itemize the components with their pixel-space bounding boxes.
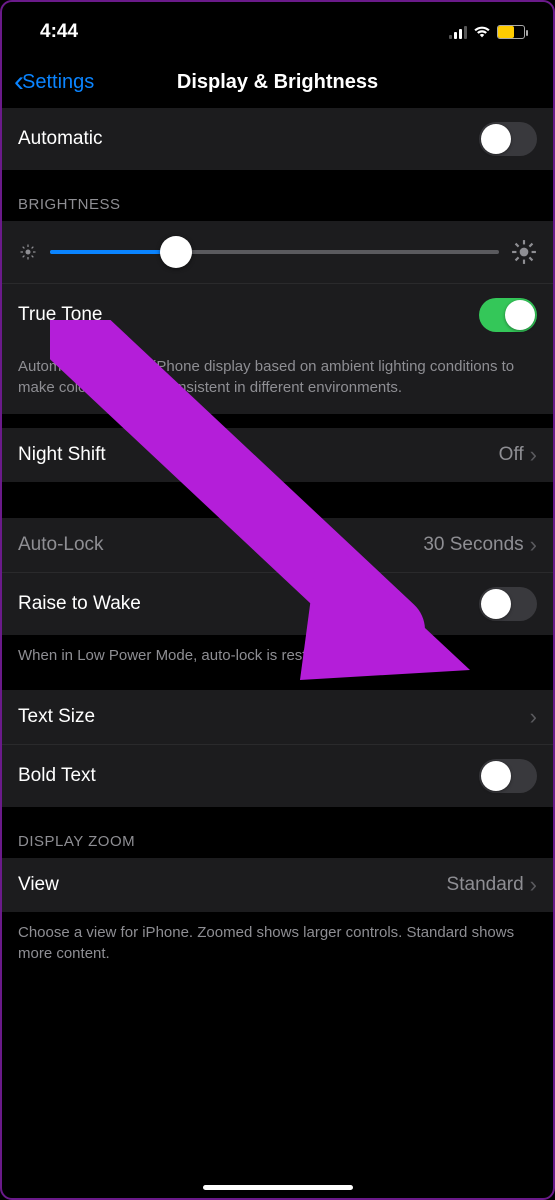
night-shift-row[interactable]: Night Shift Off › bbox=[0, 428, 555, 482]
bold-text-toggle[interactable] bbox=[479, 759, 537, 793]
bold-text-row: Bold Text bbox=[0, 744, 555, 807]
raise-to-wake-row: Raise to Wake bbox=[0, 572, 555, 635]
bold-text-label: Bold Text bbox=[18, 765, 96, 787]
brightness-slider-row bbox=[0, 221, 555, 283]
automatic-label: Automatic bbox=[18, 128, 102, 150]
raise-to-wake-toggle[interactable] bbox=[479, 587, 537, 621]
back-label: Settings bbox=[22, 71, 94, 94]
brightness-slider[interactable] bbox=[50, 250, 499, 254]
display-zoom-header: DISPLAY ZOOM bbox=[0, 807, 555, 858]
night-shift-label: Night Shift bbox=[18, 444, 106, 466]
automatic-toggle[interactable] bbox=[479, 122, 537, 156]
brightness-header: BRIGHTNESS bbox=[0, 170, 555, 221]
back-button[interactable]: ‹ Settings bbox=[14, 67, 94, 97]
chevron-right-icon: › bbox=[530, 704, 537, 730]
low-power-note: When in Low Power Mode, auto-lock is res… bbox=[0, 635, 555, 682]
text-size-label: Text Size bbox=[18, 706, 95, 728]
auto-lock-label: Auto-Lock bbox=[18, 534, 104, 556]
battery-icon bbox=[497, 25, 525, 39]
status-bar: 4:44 bbox=[0, 0, 555, 56]
nav-bar: ‹ Settings Display & Brightness bbox=[0, 56, 555, 108]
signal-icon bbox=[449, 25, 467, 39]
chevron-right-icon: › bbox=[530, 442, 537, 468]
view-label: View bbox=[18, 874, 59, 896]
auto-lock-value: 30 Seconds bbox=[423, 534, 523, 556]
home-indicator[interactable] bbox=[203, 1185, 353, 1190]
true-tone-description: Automatically adapt iPhone display based… bbox=[0, 346, 555, 414]
status-time: 4:44 bbox=[40, 21, 78, 43]
night-shift-value: Off bbox=[499, 444, 524, 466]
true-tone-label: True Tone bbox=[18, 304, 103, 326]
sun-high-icon bbox=[511, 239, 537, 265]
true-tone-toggle[interactable] bbox=[479, 298, 537, 332]
automatic-row: Automatic bbox=[0, 108, 555, 170]
chevron-right-icon: › bbox=[530, 532, 537, 558]
true-tone-row: True Tone bbox=[0, 283, 555, 346]
status-icons bbox=[449, 25, 525, 39]
raise-to-wake-label: Raise to Wake bbox=[18, 593, 141, 615]
view-row[interactable]: View Standard › bbox=[0, 858, 555, 912]
chevron-right-icon: › bbox=[530, 872, 537, 898]
view-value: Standard bbox=[447, 874, 524, 896]
auto-lock-row[interactable]: Auto-Lock 30 Seconds › bbox=[0, 518, 555, 572]
text-size-row[interactable]: Text Size › bbox=[0, 690, 555, 744]
wifi-icon bbox=[473, 25, 491, 39]
sun-low-icon bbox=[18, 242, 38, 262]
display-zoom-footer: Choose a view for iPhone. Zoomed shows l… bbox=[0, 912, 555, 980]
